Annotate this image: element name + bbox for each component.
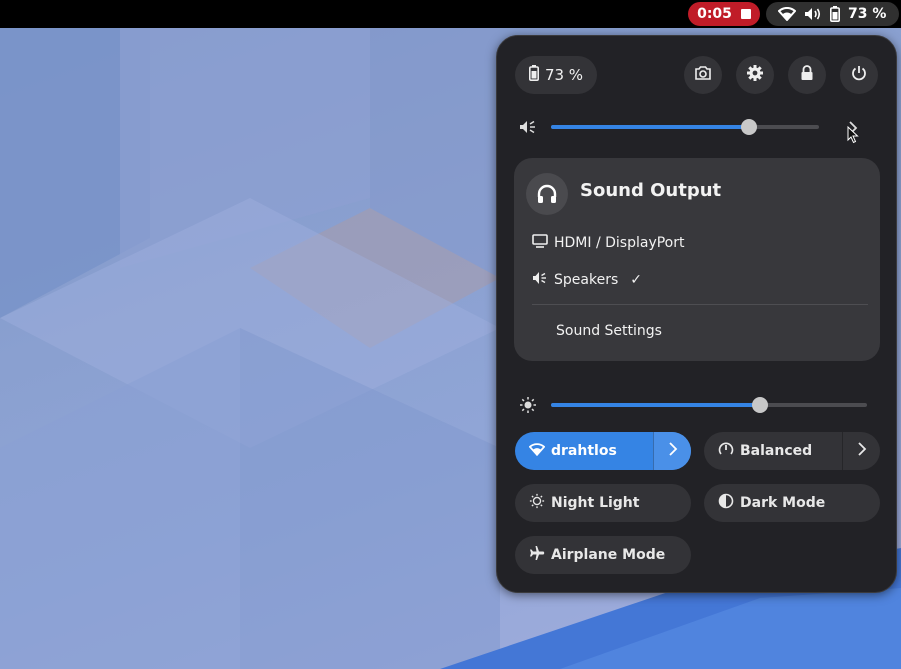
sound-output-menu: Sound Output HDMI / DisplayPort Speakers [514,158,880,361]
chevron-right-icon [668,441,678,461]
dark-mode-toggle[interactable]: Dark Mode [704,484,880,522]
submenu-divider [532,304,868,305]
sound-device-label: Speakers [554,272,619,288]
sound-device-speakers[interactable]: Speakers ✓ [532,269,642,291]
wifi-icon [528,442,546,460]
night-light-label: Night Light [551,495,640,511]
brightness-icon [519,396,537,414]
battery-icon [528,65,539,85]
checkmark-icon: ✓ [630,272,642,288]
speaker-icon [532,271,548,289]
power-mode-expand-button[interactable] [842,432,880,470]
top-bar: 0:05 73 % [0,0,901,28]
stop-icon [740,9,751,19]
screen-recording-indicator[interactable]: 0:05 [688,2,760,26]
brightness-slider-knob[interactable] [752,397,768,413]
brightness-slider[interactable] [551,397,867,413]
lock-button[interactable] [788,56,826,94]
recording-time: 0:05 [697,6,732,22]
airplane-mode-toggle-main[interactable]: Airplane Mode [515,536,691,574]
night-light-icon [529,493,545,513]
gear-icon [746,64,764,86]
power-mode-label: Balanced [740,443,813,459]
quick-settings-panel: 73 % Sound Output HDMI / DisplayPort Spe… [496,35,897,593]
volume-icon [804,7,822,21]
sound-settings-button[interactable]: Sound Settings [556,320,662,342]
power-mode-toggle[interactable]: Balanced [704,432,880,470]
lock-icon [800,65,814,85]
sound-settings-label: Sound Settings [556,323,662,339]
power-icon [851,65,867,85]
brightness-slider-row [519,393,879,417]
speaker-icon [519,118,537,136]
battery-icon [830,6,840,22]
wifi-icon [778,7,796,21]
wifi-network-label: drahtlos [551,443,617,459]
headphones-icon [526,173,568,215]
airplane-mode-label: Airplane Mode [551,547,666,563]
battery-label: 73 % [544,66,584,84]
dark-mode-toggle-main[interactable]: Dark Mode [704,484,880,522]
sound-device-label: HDMI / DisplayPort [554,235,685,251]
volume-slider-knob[interactable] [741,119,757,135]
power-mode-toggle-main[interactable]: Balanced [704,432,842,470]
monitor-icon [532,234,548,252]
volume-slider-fill [551,125,749,129]
volume-slider[interactable] [551,119,819,135]
dark-mode-label: Dark Mode [740,495,826,511]
chevron-right-icon [857,441,867,461]
mouse-cursor-icon [847,125,859,148]
wifi-toggle-main[interactable]: drahtlos [515,432,653,470]
sound-device-hdmi[interactable]: HDMI / DisplayPort [532,232,685,254]
battery-percent: 73 % [848,6,887,22]
battery-button[interactable]: 73 % [515,56,597,94]
brightness-slider-fill [551,403,760,407]
power-mode-icon [718,441,734,461]
wifi-expand-button[interactable] [653,432,691,470]
wifi-toggle[interactable]: drahtlos [515,432,691,470]
screenshot-icon [694,65,712,85]
airplane-icon [529,545,545,565]
settings-button[interactable] [736,56,774,94]
night-light-toggle-main[interactable]: Night Light [515,484,691,522]
volume-slider-row [519,115,879,139]
sound-output-title: Sound Output [580,180,722,201]
system-status-menu[interactable]: 73 % [766,2,899,26]
airplane-mode-toggle[interactable]: Airplane Mode [515,536,691,574]
night-light-toggle[interactable]: Night Light [515,484,691,522]
dark-mode-icon [718,493,734,513]
power-button[interactable] [840,56,878,94]
screenshot-button[interactable] [684,56,722,94]
